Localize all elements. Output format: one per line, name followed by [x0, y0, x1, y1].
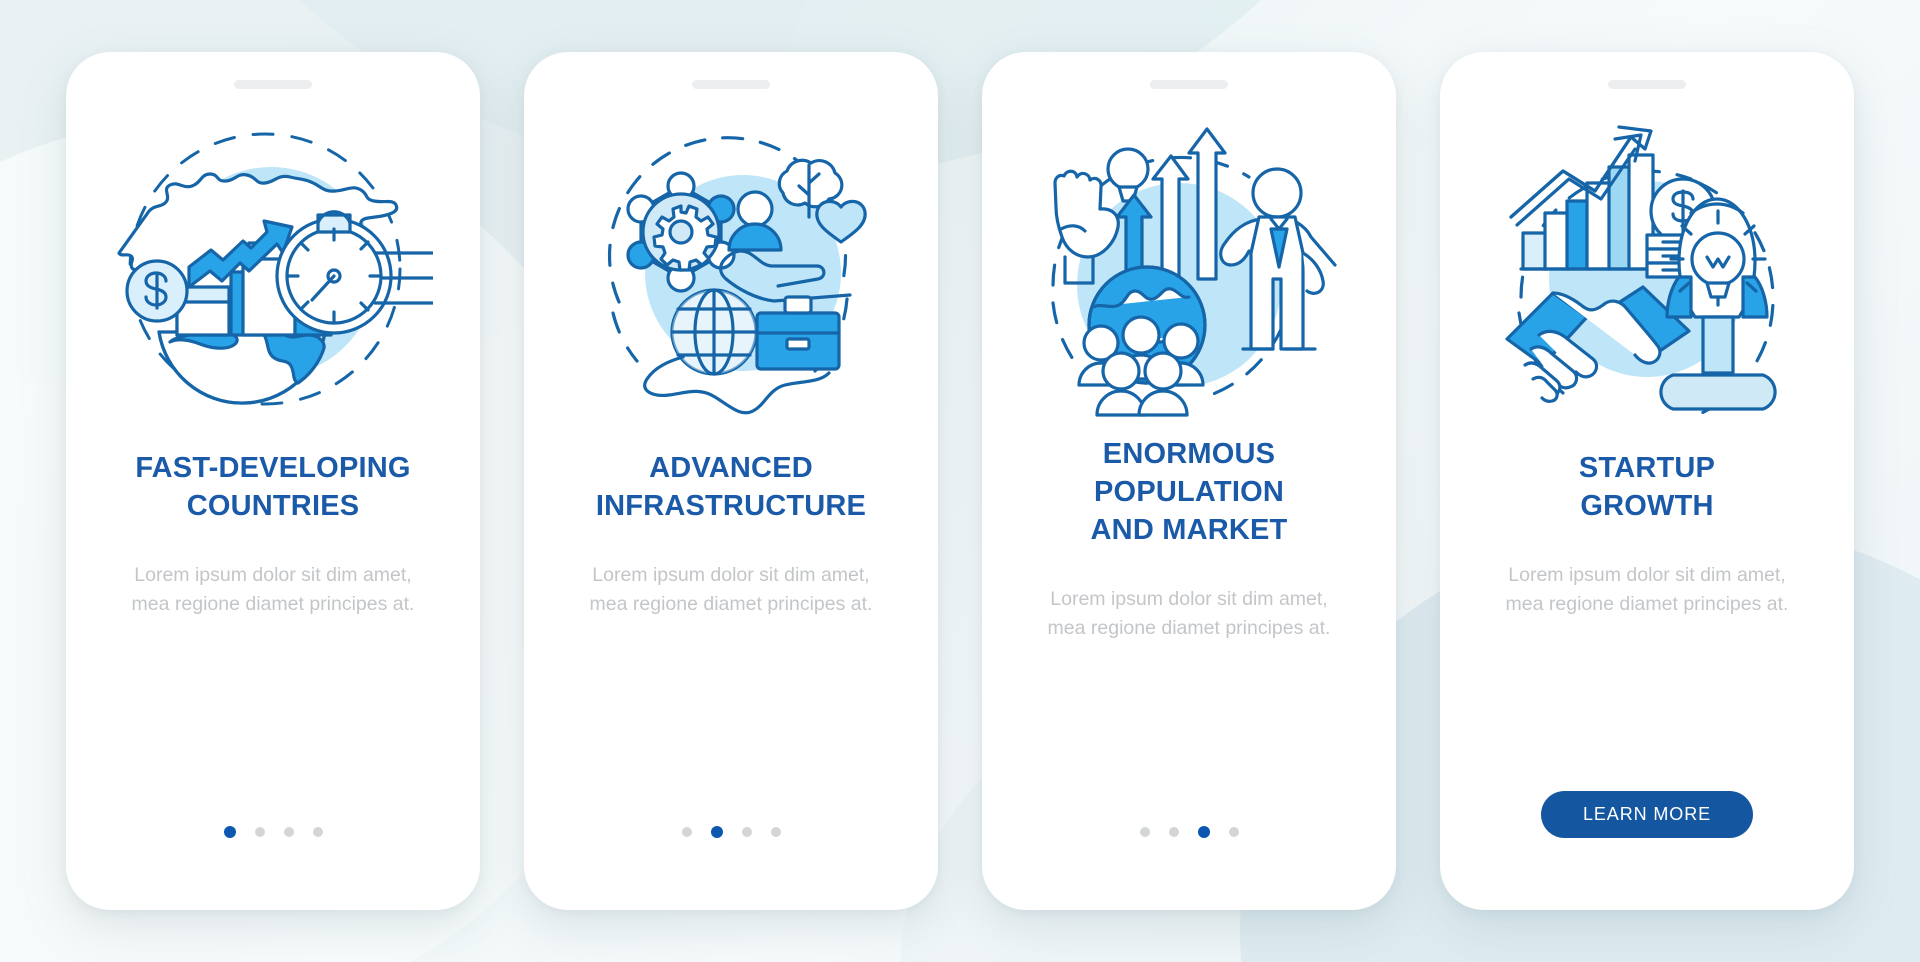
page-title: ENORMOUS POPULATION AND MARKET: [1090, 438, 1288, 546]
pagination-dot-1[interactable]: [1139, 827, 1150, 837]
phone-speaker-bar: [692, 80, 770, 89]
page-description: Lorem ipsum dolor sit dim amet, mea regi…: [131, 564, 415, 615]
page-description: Lorem ipsum dolor sit dim amet, mea regi…: [589, 564, 873, 615]
learn-more-button[interactable]: LEARN MORE: [1540, 791, 1754, 838]
pagination-dots[interactable]: [681, 826, 781, 838]
phone-speaker-bar: [1150, 80, 1228, 89]
phone-speaker-bar: [1608, 80, 1686, 89]
pagination-dot-4[interactable]: [312, 827, 323, 837]
phone-mockups-row: FAST-DEVELOPING COUNTRIES Lorem ipsum do…: [0, 0, 1920, 962]
page-title: FAST-DEVELOPING COUNTRIES: [135, 452, 411, 522]
phone-screen-startup-growth: STARTUP GROWTH Lorem ipsum dolor sit dim…: [1440, 52, 1854, 910]
phone-screen-enormous-population-and-market: ENORMOUS POPULATION AND MARKET Lorem ips…: [982, 52, 1396, 910]
phone-screen-fast-developing-countries: FAST-DEVELOPING COUNTRIES Lorem ipsum do…: [66, 52, 480, 910]
pagination-dot-4[interactable]: [1228, 827, 1239, 837]
pagination-dot-3[interactable]: [1197, 826, 1210, 838]
pagination-dot-1[interactable]: [681, 827, 692, 837]
pagination-dot-4[interactable]: [770, 827, 781, 837]
phone-speaker-bar: [234, 80, 312, 89]
pagination-dot-3[interactable]: [283, 827, 294, 837]
pagination-dot-3[interactable]: [741, 827, 752, 837]
crowd-globe-arrows-businessman-illustration: [1024, 117, 1354, 417]
pagination-dots[interactable]: [223, 826, 323, 838]
page-description: Lorem ipsum dolor sit dim amet, mea regi…: [1047, 588, 1331, 639]
pagination-dot-2[interactable]: [710, 826, 723, 838]
pagination-dots[interactable]: [1139, 826, 1239, 838]
pagination-dot-1[interactable]: [223, 826, 236, 838]
asia-map-stopwatch-growth-illustration: [108, 117, 438, 417]
page-title: ADVANCED INFRASTRUCTURE: [595, 452, 867, 522]
onboarding-screens-canvas: FAST-DEVELOPING COUNTRIES Lorem ipsum do…: [0, 0, 1920, 962]
network-gear-globe-briefcase-illustration: [566, 117, 896, 417]
handshake-rocket-chart-money-illustration: [1482, 117, 1812, 417]
phone-screen-advanced-infrastructure: ADVANCED INFRASTRUCTURE Lorem ipsum dolo…: [524, 52, 938, 910]
page-title: STARTUP GROWTH: [1578, 452, 1716, 522]
pagination-dot-2[interactable]: [1168, 827, 1179, 837]
page-description: Lorem ipsum dolor sit dim amet, mea regi…: [1505, 564, 1789, 615]
pagination-dot-2[interactable]: [254, 827, 265, 837]
